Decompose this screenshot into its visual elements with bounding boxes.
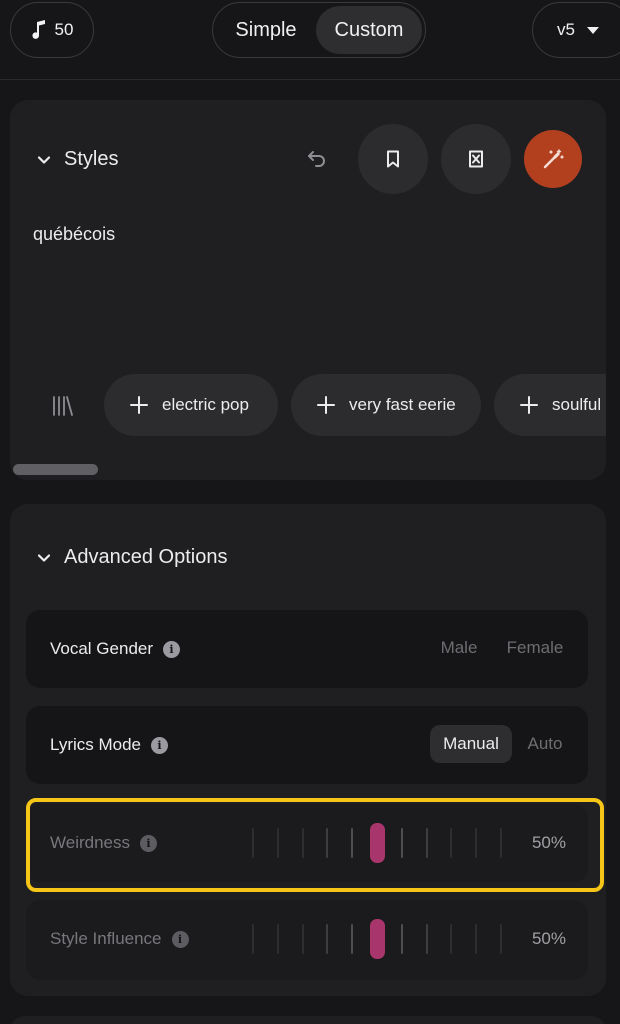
undo-icon [308,151,325,167]
mode-simple-button[interactable]: Simple [216,6,316,54]
vocal-gender-female-option[interactable]: Female [500,629,570,667]
style-chip-label: soulful [552,395,602,414]
slider-tick [326,828,329,858]
slider-tick [252,828,254,858]
vocal-gender-male-option[interactable]: Male [432,629,486,667]
slider-tick [475,828,478,858]
advanced-options-title: Advanced Options [64,546,228,568]
slider-tick [351,924,354,954]
credits-count: 50 [54,20,74,39]
chevron-down-icon [38,553,50,562]
style-influence-value: 50% [531,929,566,948]
caret-down-icon [586,26,599,34]
slider-tick [252,924,254,954]
magic-wand-icon [543,149,564,169]
styles-title: Styles [64,148,119,170]
style-influence-label: Style Influence i [50,900,189,978]
slider-tick [351,828,354,858]
library-icon[interactable] [52,393,74,417]
magic-wand-button[interactable] [524,130,582,188]
slider-tick [425,924,428,954]
slider-tick [500,828,502,858]
slider-tick [475,924,478,954]
style-chip[interactable]: soulful [494,374,606,436]
slider-tick [400,924,403,954]
style-influence-text: Style Influence [50,929,162,948]
music-note-icon [31,20,45,39]
style-suggestions: electric pop very fast eerie soulful [10,374,606,436]
style-prompt-input[interactable]: québécois [33,224,115,245]
mode-custom-button[interactable]: Custom [316,6,422,54]
slider-tick [450,828,453,858]
style-chip[interactable]: very fast eerie [291,374,481,436]
vocal-gender-label: Vocal Gender i [50,610,181,688]
style-chip[interactable]: electric pop [104,374,278,436]
styles-card: Styles québécois electric pop very fast … [10,100,606,480]
mode-toggle: Simple Custom [212,2,426,58]
advanced-options-card: Advanced Options Vocal Gender i Male Fem… [10,504,606,996]
weirdness-value: 50% [531,833,566,852]
clear-icon [469,150,483,168]
version-label: v5 [557,20,575,39]
slider-tick [400,828,403,858]
info-icon[interactable]: i [151,736,169,754]
weirdness-slider[interactable] [246,804,506,882]
weirdness-row: Weirdness i 50% [26,804,588,882]
save-style-button[interactable] [358,124,428,194]
plus-icon [130,396,148,414]
info-icon[interactable]: i [140,834,157,852]
clear-style-button[interactable] [441,124,511,194]
advanced-options-toggle[interactable]: Advanced Options [38,546,227,569]
top-bar: 50 Simple Custom v5 [0,0,620,80]
credits-button[interactable]: 50 [10,2,94,58]
version-dropdown[interactable]: v5 [532,2,620,58]
slider-tick [276,828,279,858]
bookmark-icon [387,150,399,168]
weirdness-text: Weirdness [50,833,130,852]
info-icon[interactable]: i [163,640,181,658]
slider-tick [326,924,329,954]
slider-tick [301,828,304,858]
lyrics-mode-auto-option[interactable]: Auto [520,725,570,763]
slider-tick [276,924,279,954]
weirdness-label: Weirdness i [50,804,157,882]
lyrics-mode-label: Lyrics Mode i [50,706,169,784]
style-chip-label: very fast eerie [349,395,456,414]
slider-tick [301,924,304,954]
vocal-gender-text: Vocal Gender [50,639,154,658]
slider-tick [450,924,453,954]
slider-tick [500,924,502,954]
lyrics-mode-manual-option[interactable]: Manual [430,725,512,763]
slider-tick [425,828,428,858]
next-section-card [10,1016,606,1024]
style-influence-row: Style Influence i 50% [26,900,588,980]
plus-icon [520,396,538,414]
plus-icon [317,396,335,414]
vocal-gender-row: Vocal Gender i Male Female [26,610,588,688]
chevron-down-icon [38,155,50,164]
info-icon[interactable]: i [171,930,189,948]
slider-thumb[interactable] [369,919,385,959]
horizontal-scrollbar[interactable] [13,464,98,475]
lyrics-mode-text: Lyrics Mode [50,735,142,754]
style-chip-label: electric pop [162,395,249,414]
styles-section-toggle[interactable]: Styles [38,148,118,171]
lyrics-mode-row: Lyrics Mode i Manual Auto [26,706,588,784]
undo-button[interactable] [304,146,330,172]
style-influence-slider[interactable] [246,900,506,978]
slider-thumb[interactable] [369,823,385,863]
